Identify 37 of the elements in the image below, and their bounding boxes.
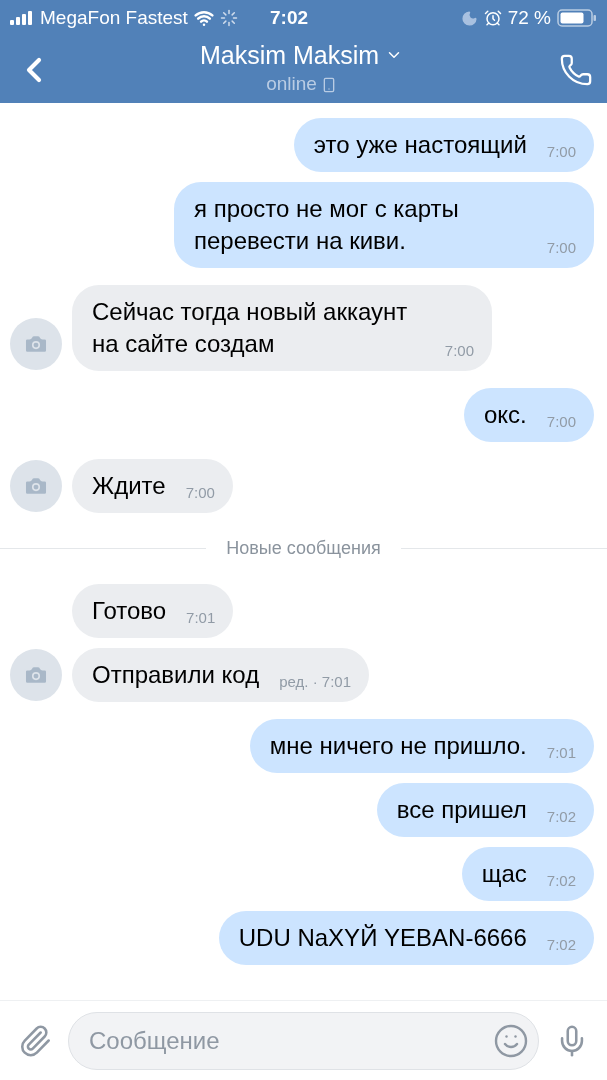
message-text: все пришел bbox=[396, 795, 527, 825]
message-time: 7:00 bbox=[444, 340, 474, 361]
message-text: это уже настоящий bbox=[313, 130, 527, 160]
new-messages-divider-label: Новые сообщения bbox=[225, 537, 382, 560]
message-text: мне ничего не пришло. bbox=[269, 731, 527, 761]
activity-spinner-icon bbox=[219, 9, 238, 27]
message-text: я просто не мог с карты перевести на киви. bbox=[194, 194, 460, 256]
message-time: 7:02 bbox=[546, 934, 576, 955]
battery-icon bbox=[557, 9, 597, 27]
carrier-name: MegaFon Fastest bbox=[40, 5, 188, 30]
message-text: UDU NaXYЙ YEBAN-6666 bbox=[238, 923, 527, 953]
emoji-icon[interactable] bbox=[493, 1022, 529, 1059]
alarm-icon bbox=[483, 9, 502, 27]
signal-icon bbox=[10, 11, 34, 25]
message-text: Готово bbox=[92, 596, 167, 626]
online-status: online bbox=[266, 72, 317, 97]
message-text: окс. bbox=[484, 400, 527, 430]
message-time: 7:02 bbox=[546, 870, 576, 891]
message-text: Ждите bbox=[92, 471, 166, 501]
message-time: 7:01 bbox=[186, 607, 216, 628]
battery-percent: 72 % bbox=[507, 5, 551, 30]
clock-time: 7:02 bbox=[270, 5, 309, 30]
message-time: 7:00 bbox=[546, 411, 576, 432]
message-time: 7:00 bbox=[185, 482, 215, 503]
message-text: Отправили код bbox=[92, 660, 260, 690]
wifi-icon bbox=[193, 8, 214, 28]
message-time: 7:00 bbox=[546, 141, 576, 162]
message-text: щас bbox=[481, 859, 527, 889]
message-time: 7:00 bbox=[546, 237, 576, 258]
message-input-field[interactable]: Сообщение bbox=[68, 1011, 539, 1070]
message-time: 7:02 bbox=[546, 806, 576, 827]
message-text: Сейчас тогда новый аккаунт на сайте создам bbox=[92, 297, 409, 359]
contact-name[interactable]: Maksim Maksim bbox=[199, 40, 380, 71]
moon-icon bbox=[460, 9, 478, 27]
attach-button[interactable] bbox=[18, 1023, 52, 1058]
message-time: 7:01 bbox=[546, 742, 576, 763]
message-time: ред. · 7:01 bbox=[279, 671, 351, 692]
